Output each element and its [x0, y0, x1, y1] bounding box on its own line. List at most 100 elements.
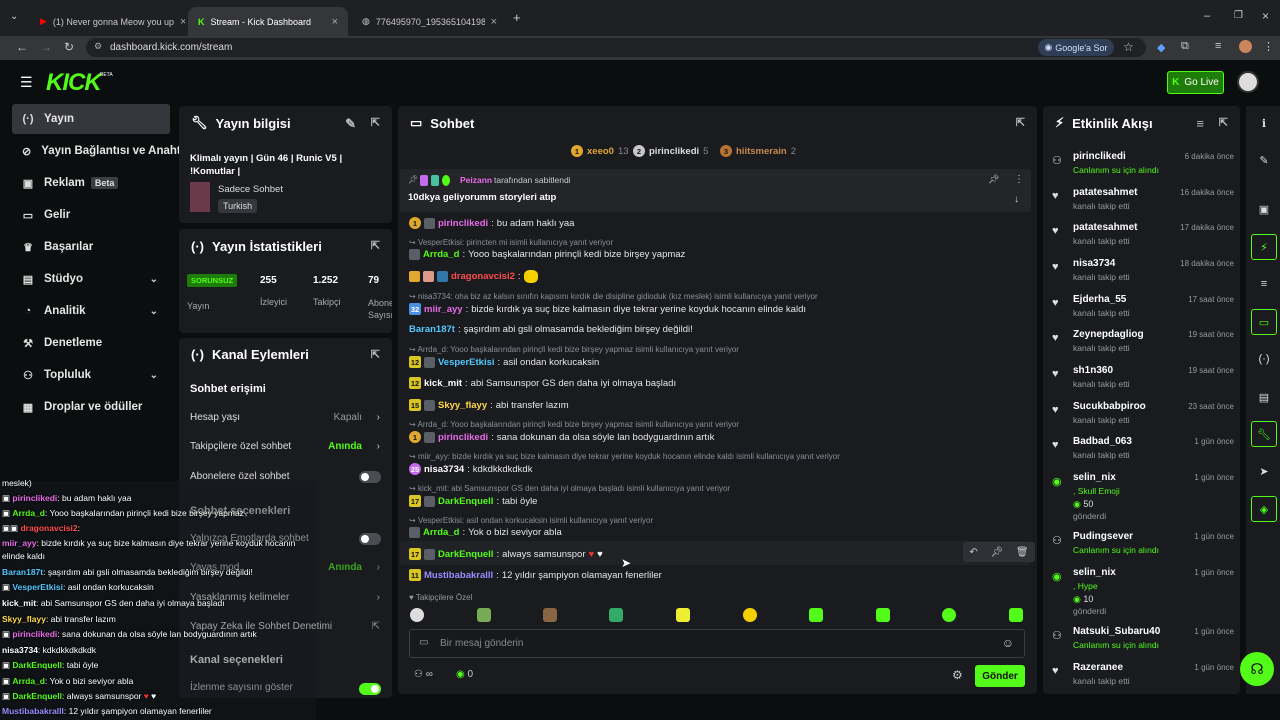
emote[interactable]	[942, 608, 956, 622]
reply-context[interactable]: ↪ kick_mit: abi Samsunspor GS den daha i…	[409, 484, 730, 493]
sidebar-item-stream-key[interactable]: ⊘ Yayın Bağlantısı ve Anahtarı	[12, 136, 180, 166]
chat-username[interactable]: miir_ayy	[424, 304, 463, 315]
chat-username[interactable]: nisa3734	[424, 464, 464, 475]
chat-username[interactable]: pirinclikedi	[438, 218, 488, 229]
top-gifter-3[interactable]: 3 hiitsmerain 2	[720, 145, 796, 157]
emote[interactable]	[609, 608, 623, 622]
reply-context[interactable]: ↪ VesperEtkisi: pirincten mi isimli kull…	[409, 238, 613, 247]
filter-icon[interactable]: ≡	[1196, 116, 1204, 131]
media-icon[interactable]: ≡	[1215, 40, 1221, 52]
pinned-by-user[interactable]: Peizann	[460, 175, 492, 185]
chat-username[interactable]: dragonavcisi2	[451, 271, 515, 282]
emote[interactable]	[809, 608, 823, 622]
activity-event[interactable]: ♥ Razeranee kanalı takip etti 1 gün önce	[1052, 662, 1234, 696]
chat-message[interactable]: 12 kick_mit: abi Samsunspor GS den daha i…	[409, 377, 676, 389]
emote[interactable]	[676, 608, 690, 622]
chat-message[interactable]: 32 miir_ayy: bizde kırdık ya suç bize kal…	[409, 303, 806, 315]
window-close-icon[interactable]: ×	[1262, 9, 1269, 23]
activity-event[interactable]: ♥ nisa3734 kanalı takip etti 18 dakika önce	[1052, 258, 1234, 292]
activity-event-kicks[interactable]: ◉ selin_nix, Hype ◉ 10 gönderdi 1 gün önce	[1052, 567, 1234, 619]
user-avatar[interactable]	[1237, 71, 1259, 93]
chat-username[interactable]: Arrda_d	[423, 249, 459, 260]
chat-message[interactable]: 11 Mustibabakralll: 12 yıldır şampiyon ol…	[409, 569, 662, 581]
server-icon[interactable]: ▤	[1251, 384, 1277, 410]
hamburger-icon[interactable]: ☰	[20, 74, 33, 91]
popout-icon[interactable]: ⇱	[1219, 116, 1228, 129]
pin-icon[interactable]: 📌︎	[990, 547, 1003, 558]
bookmark-star-icon[interactable]: ☆	[1123, 40, 1134, 54]
reply-context[interactable]: ↪ miir_ayy: bizde kırdık ya suç bize kal…	[409, 452, 840, 461]
puzzle-icon[interactable]: ⧉	[1181, 40, 1189, 53]
popout-icon[interactable]: ⇱	[371, 116, 380, 129]
more-icon[interactable]: ⋮	[1014, 174, 1024, 185]
go-live-button[interactable]: K Go Live	[1167, 71, 1224, 94]
new-tab-icon[interactable]: +	[513, 10, 521, 25]
activity-event[interactable]: ♥ patatesahmet kanalı takip etti 17 dakika …	[1052, 222, 1234, 256]
followers-only-row[interactable]: Takipçilere özel sohbet Anında ›	[190, 441, 382, 452]
top-gifter-2[interactable]: 2 pirinclikedi 5	[633, 145, 708, 157]
chat-username[interactable]: Arrda_d	[423, 527, 459, 538]
activity-event[interactable]: ♥ patatesahmet kanalı takip etti 16 dakika …	[1052, 187, 1234, 221]
language-tag[interactable]: Turkish	[218, 199, 258, 213]
emote[interactable]	[543, 608, 557, 622]
expand-icon[interactable]: ↓	[1014, 194, 1019, 205]
emoji-icon[interactable]: ☺	[1002, 636, 1014, 650]
layout-icon[interactable]: ▣	[1251, 196, 1277, 222]
popout-icon[interactable]: ⇱	[371, 348, 380, 361]
tab-search-icon[interactable]: ⌄	[10, 11, 18, 22]
sidebar-item-gelir[interactable]: ▭ Gelir	[12, 200, 170, 230]
google-lens-button[interactable]: ◉ Google'a Sor	[1038, 39, 1114, 56]
channel-points[interactable]: ◉ 0	[456, 669, 473, 680]
reply-context[interactable]: ↪ Arrda_d: Yooo başkalarından pirinçli k…	[409, 420, 739, 429]
reply-context[interactable]: ↪ VesperEtkisi: asil ondan korkucaksin i…	[409, 516, 653, 525]
chat-toggle-icon[interactable]: ▭	[1251, 309, 1277, 335]
chat-username[interactable]: Skyy_flayy	[438, 400, 487, 411]
site-info-icon[interactable]: ⚙	[94, 41, 102, 52]
top-gifter-1[interactable]: 1 xeeo0 13	[571, 145, 629, 157]
subs-only-toggle[interactable]	[359, 471, 381, 483]
popout-icon[interactable]: ⇱	[371, 239, 380, 252]
activity-event[interactable]: ♥ Badbad_063 kanalı takip etti 1 gün önce	[1052, 436, 1234, 470]
maximize-icon[interactable]: ❐	[1234, 10, 1243, 21]
sidebar-item-analitik[interactable]: ◔ Analitik ⌄	[12, 296, 170, 326]
emote[interactable]	[410, 608, 424, 622]
tag-icon[interactable]: ◈	[1251, 496, 1277, 522]
chat-message[interactable]: Arrda_d: Yok o bizi seviyor abla	[409, 527, 562, 538]
chat-username[interactable]: DarkEnquell	[438, 549, 493, 560]
chat-message[interactable]: 25 nisa3734: kdkdkkdkdkdk	[409, 463, 532, 475]
profile-avatar[interactable]	[1239, 40, 1252, 53]
settings-gear-icon[interactable]: ⚙	[952, 668, 963, 682]
chat-username[interactable]: Mustibabakralll	[424, 570, 493, 581]
chat-message[interactable]: 1 pirinclikedi: bu adam haklı yaa	[409, 217, 574, 229]
emote[interactable]	[743, 608, 757, 622]
sidebar-item-denetleme[interactable]: ⚒ Denetleme	[12, 328, 170, 358]
reload-icon[interactable]: ↻	[64, 40, 74, 54]
sidebar-item-droplar[interactable]: ▦ Droplar ve ödüller	[12, 392, 170, 422]
browser-tab-file[interactable]: ◍ 776495970_1953651041980492 ×	[352, 7, 507, 36]
activity-event[interactable]: ♥ Sucukbabpiroo kanalı takip etti 23 saat ö…	[1052, 401, 1234, 435]
category-name[interactable]: Sadece Sohbet	[218, 184, 283, 195]
activity-toggle-icon[interactable]: ⚡︎	[1251, 234, 1277, 260]
edit-icon[interactable]: ✎	[345, 116, 356, 132]
chat-message[interactable]: 17 DarkEnquell: always samsunspor ♥ ♥	[409, 548, 603, 560]
info-icon[interactable]: ℹ	[1251, 110, 1277, 136]
reply-context[interactable]: ↪ Arrda_d: Yooo başkalarından pirinçli k…	[409, 345, 739, 354]
sidebar-item-yayin[interactable]: (·) Yayın	[12, 104, 170, 134]
chat-message[interactable]: 17 DarkEnquell: tabi öyle	[409, 495, 537, 507]
kick-logo[interactable]: KICK	[46, 69, 102, 97]
activity-event-kicks[interactable]: ◉ selin_nix, Skull Emoji ◉ 50 gönderdi 1 gün…	[1052, 472, 1234, 524]
minimize-icon[interactable]: –	[1204, 10, 1210, 22]
chat-username[interactable]: VesperEtkisi	[438, 357, 495, 368]
activity-event[interactable]: ⚇ pirinclikedi Canlanım su için alındı 6 da…	[1052, 151, 1234, 185]
activity-event[interactable]: ♥ sh1n360 kanalı takip etti 19 saat önce	[1052, 365, 1234, 399]
tools-icon[interactable]: 🔧︎	[1251, 421, 1277, 447]
menu-icon[interactable]: ⋮	[1263, 40, 1274, 53]
activity-event[interactable]: ♥ Ejderha_55 kanalı takip etti 17 saat önce	[1052, 294, 1234, 328]
emote[interactable]	[1009, 608, 1023, 622]
send-button[interactable]: Gönder	[975, 665, 1025, 687]
delete-icon[interactable]: 🗑︎	[1016, 547, 1029, 558]
back-icon[interactable]: ←	[16, 40, 28, 54]
list-icon[interactable]: ≡	[1251, 271, 1277, 297]
reply-icon[interactable]: ↶	[969, 547, 977, 558]
chat-username[interactable]: Baran187t	[409, 324, 455, 335]
